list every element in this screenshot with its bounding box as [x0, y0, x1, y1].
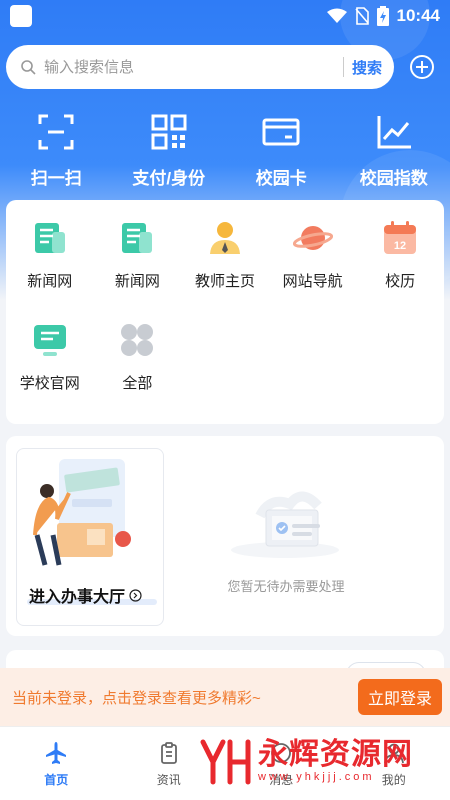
- no-sim-icon: [354, 7, 369, 25]
- status-bar: 10:44: [0, 0, 450, 32]
- search-divider: [342, 57, 344, 77]
- watermark: 永辉资源网 www.yhkjjj.com: [200, 736, 413, 786]
- teacher-icon: [209, 222, 240, 254]
- service-hall-label: 进入办事大厅: [29, 589, 126, 606]
- app-grid: 新闻网 新闻网 教师主页 网站导航 12 校历 学校官网 全部: [6, 200, 444, 424]
- app-news-1[interactable]: 新闻网: [6, 218, 94, 320]
- login-button[interactable]: 立即登录: [357, 679, 442, 715]
- app-label: 教师主页: [194, 273, 255, 290]
- app-label: 校历: [385, 273, 416, 290]
- app-news-2[interactable]: 新闻网: [94, 218, 182, 320]
- tab-home[interactable]: 首页: [0, 727, 113, 800]
- quick-action-label: 校园卡: [255, 169, 307, 188]
- planet-icon: [292, 226, 333, 250]
- app-label: 全部: [122, 375, 153, 392]
- chevron-right-circle-icon: [129, 588, 142, 602]
- add-button[interactable]: [400, 45, 444, 89]
- status-time: 10:44: [396, 6, 440, 25]
- service-hall-illustration: [33, 459, 131, 566]
- clipboard-icon: [160, 742, 177, 764]
- news-icon: [122, 223, 153, 253]
- card-icon: [262, 118, 300, 146]
- login-banner[interactable]: 当前未登录，点击登录查看更多精彩~ 立即登录: [0, 668, 450, 726]
- quick-action-campus-index[interactable]: 校园指数: [338, 112, 450, 192]
- calendar-badge: 12: [394, 240, 406, 252]
- empty-state-illustration: [231, 491, 339, 558]
- quick-actions: 扫一扫 支付/身份 校园卡 校园指数: [0, 112, 450, 192]
- search-button[interactable]: 搜索: [352, 57, 382, 78]
- app-school-website[interactable]: 学校官网: [6, 320, 94, 422]
- app-teacher-homepage[interactable]: 教师主页: [181, 218, 269, 320]
- qr-code-icon: [151, 114, 187, 150]
- tab-label: 首页: [44, 773, 69, 787]
- monitor-icon: [33, 325, 66, 356]
- calendar-icon: 12: [384, 221, 417, 254]
- scan-icon: [38, 114, 74, 150]
- news-icon: [34, 223, 65, 253]
- app-all[interactable]: 全部: [94, 320, 182, 422]
- tab-label: 资讯: [156, 773, 181, 787]
- wifi-icon: [326, 8, 347, 23]
- empty-todo-text: 您暂无待办需要处理: [227, 579, 345, 594]
- app-site-navigation[interactable]: 网站导航: [269, 218, 357, 320]
- app-label: 学校官网: [19, 375, 80, 392]
- service-hall-title: 进入办事大厅: [29, 583, 142, 607]
- search-box: 搜索: [6, 45, 394, 89]
- app-calendar[interactable]: 12 校历: [356, 218, 444, 320]
- quick-action-scan[interactable]: 扫一扫: [0, 112, 113, 192]
- quick-action-campus-card[interactable]: 校园卡: [225, 112, 338, 192]
- app-label: 网站导航: [282, 273, 343, 290]
- app-label: 新闻网: [114, 273, 160, 290]
- app-label: 新闻网: [27, 273, 73, 290]
- all-apps-icon: [121, 324, 154, 356]
- plus-circle-icon: [410, 55, 434, 79]
- trend-chart-icon: [377, 116, 411, 149]
- todo-card: 进入办事大厅 您暂无待办需要处理: [6, 436, 444, 636]
- watermark-logo: [200, 739, 251, 785]
- service-hall-card[interactable]: 进入办事大厅: [16, 448, 164, 626]
- quick-action-label: 校园指数: [359, 169, 428, 188]
- quick-action-label: 扫一扫: [30, 169, 82, 188]
- quick-action-label: 支付/身份: [132, 169, 206, 188]
- watermark-url: www.yhkjjj.com: [258, 771, 375, 783]
- quick-action-pay-id[interactable]: 支付/身份: [113, 112, 226, 192]
- search-input[interactable]: [44, 58, 335, 76]
- airplane-icon: [46, 742, 67, 764]
- battery-charging-icon: [376, 6, 389, 26]
- watermark-title: 永辉资源网: [258, 738, 413, 771]
- search-row: 搜索: [6, 45, 444, 89]
- notification-icon: [10, 5, 32, 27]
- login-banner-text: 当前未登录，点击登录查看更多精彩~: [12, 689, 261, 707]
- search-icon: [21, 60, 36, 75]
